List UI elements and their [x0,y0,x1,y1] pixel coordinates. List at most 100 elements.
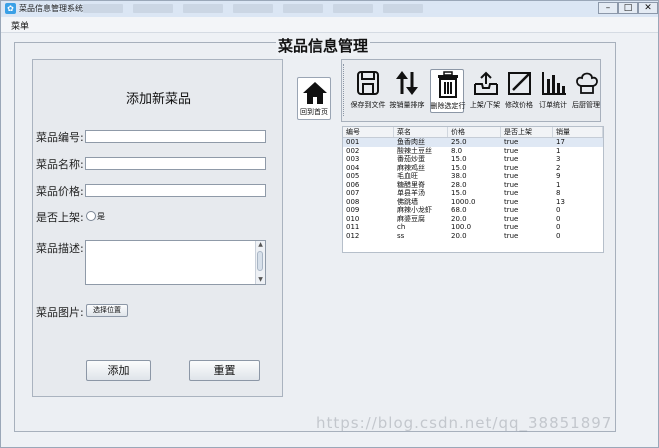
edit-icon [508,72,531,95]
table-cell: 佛跳墙 [397,197,418,206]
home-icon [303,82,327,104]
menu-bar: 菜单 [1,17,658,33]
col-header-code[interactable]: 编号 [343,127,394,137]
scroll-up-icon[interactable]: ▲ [256,241,265,249]
save-icon [357,71,379,95]
table-row[interactable]: 001 鱼香肉丝 25.0 true 17 [343,138,603,147]
taskbar-tab[interactable] [333,4,373,13]
table-cell: true [504,163,519,172]
desc-scrollbar[interactable]: ▲ ▼ [255,241,265,284]
col-header-sales[interactable]: 销量 [553,127,603,137]
taskbar-tab[interactable] [283,4,323,13]
chef-hat-icon [576,72,598,94]
scroll-down-icon[interactable]: ▼ [256,276,265,284]
minimize-button[interactable]: – [598,2,618,14]
window-title: 菜品信息管理系统 [19,4,83,13]
watermark-text: https://blog.csdn.net/qq_38851897 [316,414,613,432]
home-label: 回到首页 [300,108,328,116]
dish-name-label: 菜品名称: [36,158,84,171]
table-body: 001 鱼香肉丝 25.0 true 17 002 酸辣土豆丝 8.0 true 1 003 番茄炒蛋… [343,138,603,240]
table-row[interactable]: 009 麻辣小龙虾 68.0 true 0 [343,206,603,215]
close-button[interactable]: ✕ [638,2,658,14]
taskbar-tab[interactable] [83,4,123,13]
table-cell: true [504,197,519,206]
dish-image-label: 菜品图片: [36,306,84,319]
table-cell: 005 [346,172,360,180]
table-row[interactable]: 006 糖醋里脊 28.0 true 1 [343,181,603,190]
table-cell: 009 [346,206,360,214]
form-title: 添加新菜品 [126,92,192,107]
col-header-name[interactable]: 菜名 [394,127,448,137]
table-cell: 番茄炒蛋 [397,155,425,163]
dish-code-input[interactable] [85,130,266,143]
table-cell: 15.0 [451,155,467,163]
table-cell: 麻婆豆腐 [397,214,425,223]
title-bar: ✿ 菜品信息管理系统 – □ ✕ [1,1,658,18]
add-button[interactable]: 添加 [86,360,151,381]
sort-by-sales-button[interactable]: 按销量排序 [390,69,425,113]
table-cell: 单县羊汤 [397,189,425,197]
table-row[interactable]: 003 番茄炒蛋 15.0 true 3 [343,155,603,164]
save-to-file-button[interactable]: 保存到文件 [351,69,386,113]
col-header-price[interactable]: 价格 [448,127,501,137]
taskbar-tab[interactable] [133,4,173,13]
dish-code-label: 菜品编号: [36,131,84,144]
table-cell: 8.0 [451,146,463,155]
on-sale-radio[interactable] [86,211,96,221]
table-row[interactable]: 010 麻婆豆腐 20.0 true 0 [343,215,603,224]
upload-tray-icon [474,71,498,95]
table-cell: 001 [346,138,360,146]
table-cell: true [504,214,519,223]
menu-item-main[interactable]: 菜单 [11,19,29,32]
table-cell: 0 [556,231,561,240]
dish-name-input[interactable] [85,157,266,170]
maximize-button[interactable]: □ [618,2,638,14]
dish-table[interactable]: 编号 菜名 价格 是否上架 销量 001 鱼香肉丝 25.0 true 17 002 酸辣土… [342,126,604,253]
delete-selected-row-button[interactable]: 删除选定行 [430,69,466,113]
table-row[interactable]: 005 毛血旺 38.0 true 9 [343,172,603,181]
dish-price-input[interactable] [85,184,266,197]
page-title: 菜品信息管理 [276,35,371,56]
table-row[interactable]: 008 佛跳墙 1000.0 true 13 [343,198,603,207]
table-cell: true [504,180,519,189]
app-icon: ✿ [5,3,16,14]
taskbar-tab[interactable] [233,4,273,13]
taskbar-tab[interactable] [183,4,223,13]
table-cell: 9 [556,172,561,180]
tool-label: 按销量排序 [389,101,425,109]
reset-button[interactable]: 重置 [189,360,260,381]
choose-location-button[interactable]: 选择位置 [86,304,128,317]
table-cell: 鱼香肉丝 [397,138,425,146]
dish-desc-textarea[interactable]: ▲ ▼ [85,240,266,285]
dish-desc-label: 菜品描述: [36,242,84,255]
table-cell: 1 [556,180,561,189]
table-cell: 0 [556,206,561,214]
table-cell: 麻辣小龙虾 [397,206,432,214]
table-cell: 20.0 [451,231,467,240]
table-cell: 003 [346,155,360,163]
scroll-thumb[interactable] [257,251,263,271]
kitchen-management-button[interactable]: 后厨管理 [569,69,603,113]
table-cell: 007 [346,189,360,197]
table-cell: 8 [556,189,561,197]
table-row[interactable]: 012 ss 20.0 true 0 [343,232,603,241]
trash-icon [438,71,458,98]
bar-chart-icon [542,72,566,95]
table-cell: 012 [346,231,360,240]
table-cell: 25.0 [451,138,467,146]
table-cell: true [504,231,519,240]
home-button[interactable]: 回到首页 [297,77,331,120]
table-cell: 3 [556,155,561,163]
table-cell: 1 [556,146,561,155]
table-cell: 15.0 [451,189,467,197]
dish-price-label: 菜品价格: [36,185,84,198]
col-header-onsale[interactable]: 是否上架 [501,127,553,137]
table-cell: 1000.0 [451,197,476,206]
table-row[interactable]: 011 ch 100.0 true 0 [343,223,603,232]
taskbar-tab[interactable] [383,4,423,13]
table-row[interactable]: 007 单县羊汤 15.0 true 8 [343,189,603,198]
on-sale-label: 是否上架: [36,211,84,224]
table-row[interactable]: 004 麻辣鸡丝 15.0 true 2 [343,164,603,173]
table-row[interactable]: 002 酸辣土豆丝 8.0 true 1 [343,147,603,156]
table-cell: 38.0 [451,172,467,180]
